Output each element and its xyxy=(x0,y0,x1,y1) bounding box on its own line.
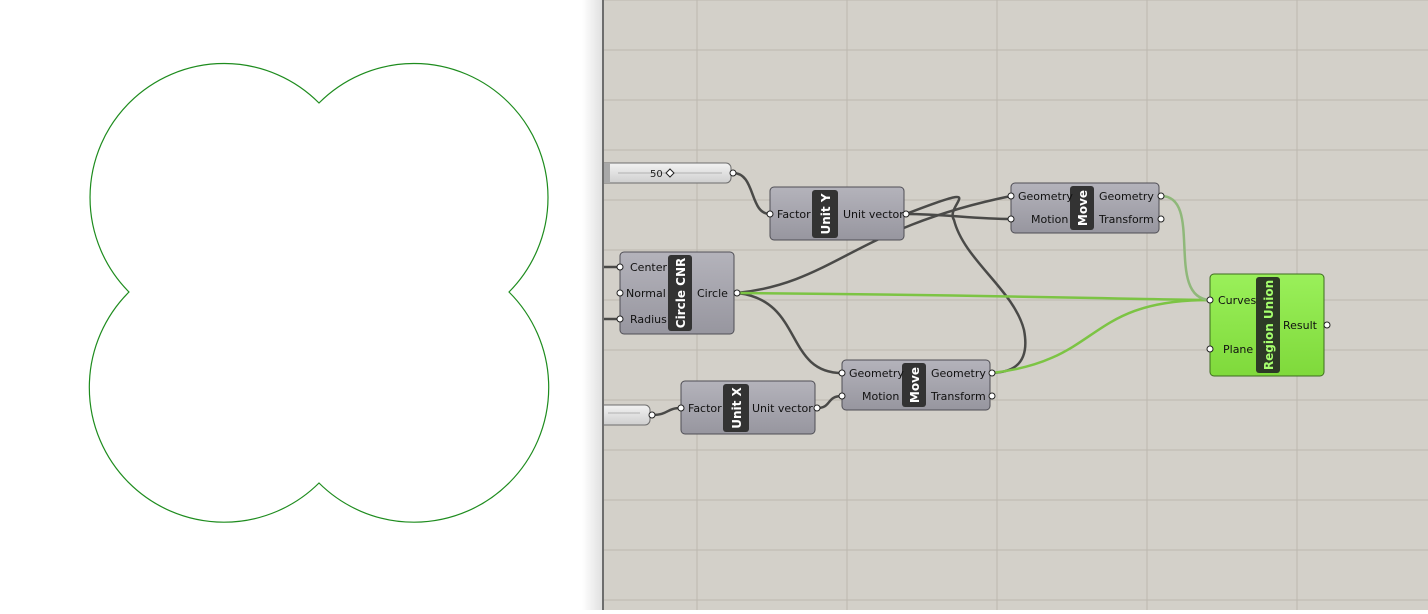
move-top-geometry-in-grip[interactable] xyxy=(1007,192,1015,200)
number-slider-bottom[interactable] xyxy=(604,404,656,426)
unit-y-input-grip[interactable] xyxy=(766,210,774,218)
move-top-input-motion: Motion xyxy=(1031,213,1068,226)
unit-x-output-unit-vector: Unit vector xyxy=(752,402,813,415)
panel-divider-shadow xyxy=(582,0,602,610)
circle-radius-grip[interactable] xyxy=(616,315,624,323)
move-top-geometry-out-grip[interactable] xyxy=(1157,192,1165,200)
move-bottom-nickname: Move xyxy=(908,367,922,403)
move-top-output-geometry: Geometry xyxy=(1099,190,1154,203)
move-top-output-transform: Transform xyxy=(1098,213,1154,226)
move-bottom-transform-out-grip[interactable] xyxy=(988,392,996,400)
region-union-curves-grip[interactable] xyxy=(1206,296,1214,304)
circle-center-grip[interactable] xyxy=(616,263,624,271)
unit-y-input-factor: Factor xyxy=(777,208,811,221)
wire-circle-to-region-union[interactable] xyxy=(736,291,1211,302)
move-bottom-motion-in-grip[interactable] xyxy=(838,392,846,400)
region-union-input-plane: Plane xyxy=(1223,343,1253,356)
circle-input-radius: Radius xyxy=(630,313,667,326)
unit-y-nickname: Unit Y xyxy=(819,193,833,234)
wire-slider-to-unit-x[interactable] xyxy=(651,406,682,417)
region-union-nickname: Region Union xyxy=(1262,280,1276,370)
region-union-component[interactable]: Region Union Curves Plane Result xyxy=(1206,273,1331,377)
viewport-svg xyxy=(88,62,550,523)
circle-cnr-component[interactable]: Circle CNR Center Normal Radius Circle xyxy=(616,251,741,335)
region-union-input-curves: Curves xyxy=(1218,294,1256,307)
unit-x-input-factor: Factor xyxy=(688,402,722,415)
move-top-nickname: Move xyxy=(1076,190,1090,226)
slider-bottom-output-grip[interactable] xyxy=(648,411,656,419)
move-bottom-component[interactable]: Move Geometry Motion Geometry Transform xyxy=(838,359,996,411)
number-slider-top[interactable]: 50 xyxy=(604,162,737,184)
unit-y-output-grip[interactable] xyxy=(902,210,910,218)
move-top-component[interactable]: Move Geometry Motion Geometry Transform xyxy=(1007,182,1165,234)
region-union-output-result: Result xyxy=(1283,319,1318,332)
move-top-input-geometry: Geometry xyxy=(1018,190,1073,203)
wire-unit-x-to-move-bottom[interactable] xyxy=(816,394,843,410)
wire-unit-y-to-move-top-motion[interactable] xyxy=(905,212,1012,221)
region-union-outline-curve xyxy=(88,62,550,523)
grasshopper-canvas[interactable]: 50 Unit Y Factor Unit vector Circle CNR xyxy=(602,0,1428,610)
move-bottom-input-motion: Motion xyxy=(862,390,899,403)
move-bottom-geometry-out-grip[interactable] xyxy=(988,369,996,377)
unit-x-output-grip[interactable] xyxy=(813,404,821,412)
unit-x-nickname: Unit X xyxy=(730,386,744,428)
unit-y-output-unit-vector: Unit vector xyxy=(843,208,904,221)
circle-normal-grip[interactable] xyxy=(616,289,624,297)
move-top-transform-out-grip[interactable] xyxy=(1157,215,1165,223)
move-bottom-geometry-in-grip[interactable] xyxy=(838,369,846,377)
slider-top-output-grip[interactable] xyxy=(729,169,737,177)
unit-x-input-grip[interactable] xyxy=(677,404,685,412)
wire-unit-y-to-move-bottom-motion[interactable] xyxy=(905,195,1027,375)
region-union-result-grip[interactable] xyxy=(1323,321,1331,329)
circle-output-grip[interactable] xyxy=(733,289,741,297)
circle-cnr-nickname: Circle CNR xyxy=(674,258,688,328)
canvas-svg: 50 Unit Y Factor Unit vector Circle CNR xyxy=(604,0,1428,610)
unit-y-component[interactable]: Unit Y Factor Unit vector xyxy=(766,186,910,241)
move-top-motion-in-grip[interactable] xyxy=(1007,215,1015,223)
unit-x-component[interactable]: Unit X Factor Unit vector xyxy=(677,380,821,435)
wire-circle-to-move-bottom[interactable] xyxy=(736,291,843,375)
region-union-plane-grip[interactable] xyxy=(1206,345,1214,353)
move-bottom-output-transform: Transform xyxy=(930,390,986,403)
slider-top-value: 50 xyxy=(650,169,663,180)
move-bottom-input-geometry: Geometry xyxy=(849,367,904,380)
wire-move-top-to-region-union[interactable] xyxy=(1160,194,1211,302)
move-bottom-output-geometry: Geometry xyxy=(931,367,986,380)
circle-input-center: Center xyxy=(630,261,668,274)
circle-output-circle: Circle xyxy=(697,287,728,300)
circle-input-normal: Normal xyxy=(626,287,666,300)
rhino-viewport[interactable] xyxy=(0,0,600,610)
wire-slider-to-unit-y[interactable] xyxy=(732,171,771,216)
